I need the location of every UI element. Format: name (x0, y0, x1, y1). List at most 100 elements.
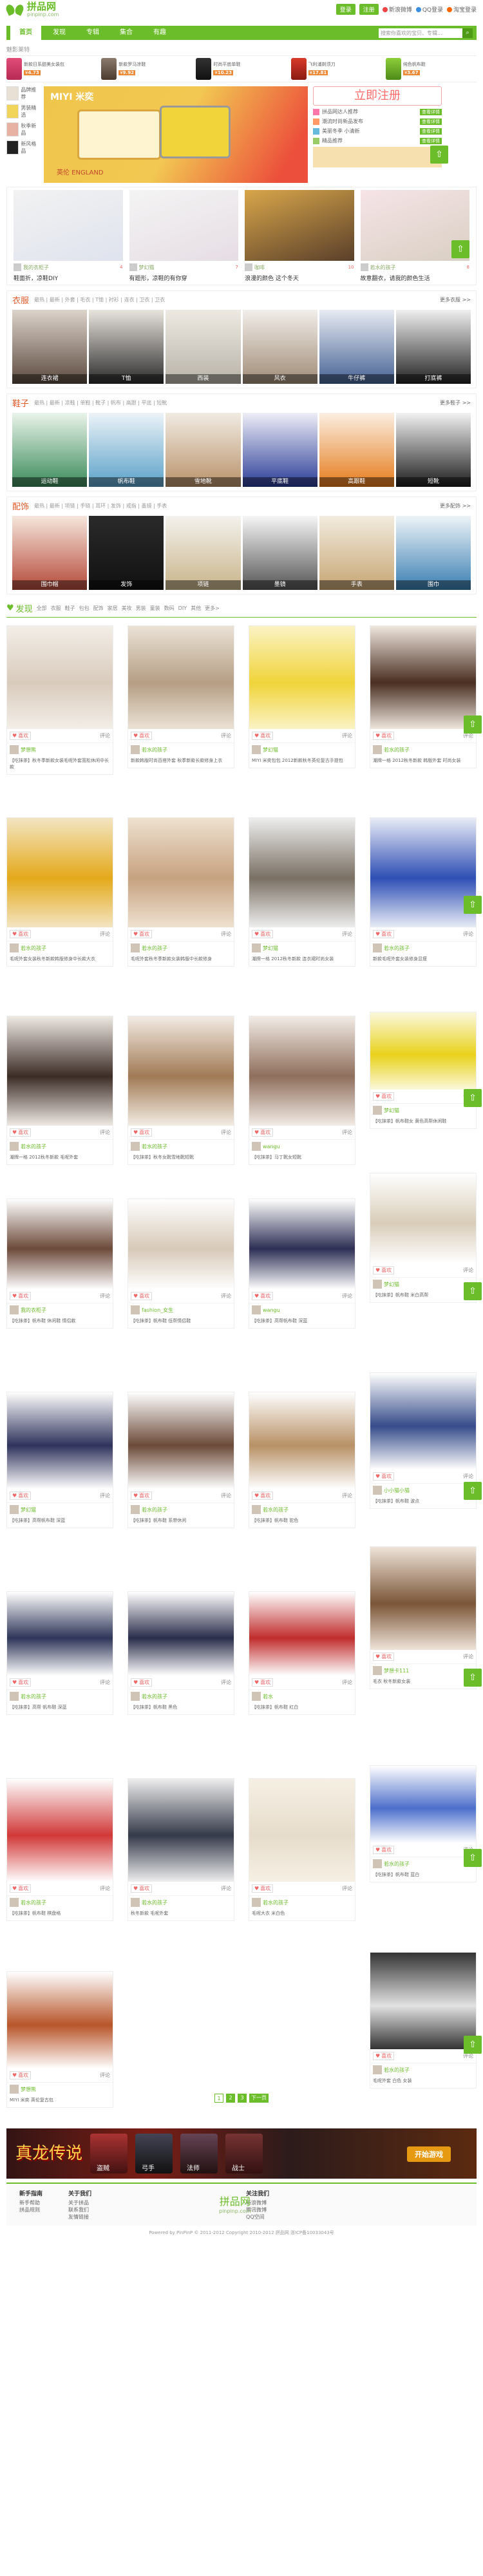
like-button[interactable]: ♥ 喜欢 (10, 1884, 32, 1893)
product-image[interactable] (370, 1373, 476, 1470)
like-button[interactable]: ♥ 喜欢 (131, 1492, 153, 1500)
category-tile[interactable]: 高跟鞋 (319, 413, 394, 487)
category-tile[interactable]: 打底裤 (395, 310, 471, 384)
more-link[interactable]: 更多衣服 >> (440, 296, 471, 303)
product-image[interactable] (128, 818, 234, 927)
product-image[interactable] (128, 1199, 234, 1289)
avatar[interactable] (373, 1859, 382, 1868)
like-button[interactable]: ♥ 喜欢 (131, 930, 153, 938)
board-card[interactable]: 咖啡 10 浪漫的颜色 这个冬天 (245, 190, 354, 282)
register-now-button[interactable]: 立即注册 (313, 86, 442, 106)
category-tile[interactable]: 短靴 (395, 413, 471, 487)
like-button[interactable]: ♥ 喜欢 (10, 1292, 32, 1300)
game-banner[interactable]: 真龙传说 盗贼 弓手 法师 战士 开始游戏 (6, 2128, 477, 2179)
footer-link[interactable]: 关于拼品 (68, 2199, 91, 2206)
user-name[interactable]: 若水的孩子 (142, 1693, 167, 1700)
category-tile[interactable]: 牛仔裤 (319, 310, 394, 384)
category-tile[interactable]: T恤 (89, 310, 164, 384)
user-name[interactable]: 若水 (263, 1693, 273, 1700)
comment-link[interactable]: 评论 (100, 2072, 110, 2079)
category-tags[interactable]: 最热 | 最新 | 外套 | 毛衣 | T恤 | 衬衫 | 连衣 | 卫衣 | … (34, 296, 165, 303)
board-card[interactable]: 我的衣柜子 4 鞋面折，凉鞋DIY (14, 190, 123, 282)
product-image[interactable] (7, 1016, 113, 1126)
comment-link[interactable]: 评论 (100, 1885, 110, 1892)
comment-link[interactable]: 评论 (221, 1129, 231, 1136)
comment-link[interactable]: 评论 (221, 1293, 231, 1300)
product-image[interactable] (128, 626, 234, 729)
back-to-top-button[interactable]: ⇧ (464, 1849, 482, 1867)
avatar[interactable] (131, 1898, 140, 1907)
like-button[interactable]: ♥ 喜欢 (10, 1492, 32, 1500)
user-name[interactable]: 若水的孩子 (384, 2067, 410, 2074)
avatar[interactable] (10, 1305, 19, 1314)
discovery-tag[interactable]: 童装 (150, 605, 160, 612)
category-tags[interactable]: 最热 | 最新 | 凉鞋 | 单鞋 | 靴子 | 帆布 | 高跟 | 平底 | … (34, 399, 167, 406)
like-button[interactable]: ♥ 喜欢 (131, 1128, 153, 1137)
like-button[interactable]: ♥ 喜欢 (373, 1472, 395, 1481)
discovery-tag[interactable]: 美妆 (122, 605, 132, 612)
avatar[interactable] (373, 745, 382, 754)
back-to-top-button[interactable]: ⇧ (451, 240, 469, 258)
product-image[interactable] (7, 1199, 113, 1289)
avatar[interactable] (10, 745, 19, 754)
category-tile[interactable]: 雪地靴 (166, 413, 241, 487)
comment-link[interactable]: 评论 (221, 1885, 231, 1892)
like-button[interactable]: ♥ 喜欢 (252, 1292, 274, 1300)
next-page-button[interactable]: 下一页 (249, 2094, 269, 2103)
category-tile[interactable]: 墨镜 (242, 516, 317, 590)
product-card[interactable]: ♥ 喜欢 评论 wangu 【吃抹茶】马丁靴女短靴 (249, 1016, 355, 1165)
product-card[interactable]: ♥ 喜欢 评论 若水的孩子 新款毛呢外套女装修身显瘦 (370, 817, 477, 967)
sina-login-link[interactable]: 新浪微博 (382, 5, 412, 14)
like-button[interactable]: ♥ 喜欢 (252, 1884, 274, 1893)
product-card[interactable]: ♥ 喜欢 评论 若水的孩子 毛呢外套女装秋冬新款韩版修身中长款大衣 (6, 817, 113, 967)
comment-link[interactable]: 评论 (463, 1653, 473, 1660)
back-to-top-button[interactable]: ⇧ (430, 146, 448, 164)
discovery-tag[interactable]: 配饰 (93, 605, 104, 612)
comment-link[interactable]: 评论 (342, 1679, 352, 1686)
comment-link[interactable]: 评论 (221, 732, 231, 739)
discovery-tag[interactable]: 更多> (205, 605, 220, 612)
like-button[interactable]: ♥ 喜欢 (10, 732, 32, 740)
back-to-top-button[interactable]: ⇧ (464, 896, 482, 914)
category-tile[interactable]: 围巾 (395, 516, 471, 590)
product-card[interactable]: ♥ 喜欢 评论 wangu 【吃抹茶】高帮帆布鞋 深蓝 (249, 1198, 355, 1329)
user-name[interactable]: 若水的孩子 (21, 1899, 46, 1906)
category-tags[interactable]: 最热 | 最新 | 项链 | 手链 | 耳环 | 发饰 | 戒指 | 墨镜 | … (34, 502, 167, 509)
product-image[interactable] (249, 626, 355, 729)
user-name[interactable]: 梦想熊 (21, 746, 36, 753)
user-name[interactable]: 我的衣柜子 (21, 1307, 46, 1314)
avatar[interactable] (131, 1505, 140, 1514)
product-card[interactable]: ♥ 喜欢 评论 梦想熊 MIYI 米奕 英伦复古包 (6, 1971, 113, 2108)
category-tile[interactable]: 围巾帽 (12, 516, 88, 590)
comment-link[interactable]: 评论 (342, 1293, 352, 1300)
comment-link[interactable]: 评论 (342, 1492, 352, 1499)
comment-link[interactable]: 评论 (100, 1679, 110, 1686)
product-card[interactable]: ♥喜欢评论若水的孩子【吃抹茶】帆布鞋 蓝白 (370, 1765, 477, 1882)
board-card[interactable]: 梦幻猫 7 有题形，凉鞋的有你穿 (129, 190, 238, 282)
like-button[interactable]: ♥ 喜欢 (10, 930, 32, 938)
page-button[interactable]: 2 (226, 2094, 235, 2103)
avatar[interactable] (373, 1486, 382, 1495)
avatar[interactable] (373, 943, 382, 952)
back-to-top-button[interactable]: ⇧ (464, 1282, 482, 1300)
category-tile[interactable]: 平底鞋 (242, 413, 317, 487)
product-card[interactable]: ♥ 喜欢 评论 我的衣柜子 【吃抹茶】帆布鞋 休闲鞋 情侣款 (6, 1198, 113, 1329)
discovery-tag[interactable]: 衣服 (51, 605, 61, 612)
category-tile[interactable]: 连衣裙 (12, 310, 88, 384)
nav-home[interactable]: 首页 (10, 26, 41, 40)
user-name[interactable]: 梦想熊 (21, 2086, 36, 2093)
product-card[interactable]: ♥ 喜欢 评论 若水的孩子 【吃抹茶】高帮 帆布鞋 深蓝 (6, 1591, 113, 1715)
discovery-tag[interactable]: 鞋子 (65, 605, 75, 612)
avatar[interactable] (131, 1305, 140, 1314)
user-name[interactable]: 若水的孩子 (384, 746, 410, 753)
user-name[interactable]: 梦幻猫 (384, 1281, 399, 1288)
avatar[interactable] (373, 2065, 382, 2074)
like-button[interactable]: ♥ 喜欢 (373, 2052, 395, 2060)
comment-link[interactable]: 评论 (100, 931, 110, 938)
avatar[interactable] (10, 1505, 19, 1514)
avatar[interactable] (373, 1106, 382, 1115)
product-card[interactable]: ♥ 喜欢 评论 若水的孩子 【吃抹茶】帆布鞋 黑色 (128, 1591, 234, 1715)
user-name[interactable]: 若水的孩子 (263, 1506, 289, 1513)
product-image[interactable] (7, 1972, 113, 2069)
like-button[interactable]: ♥ 喜欢 (10, 2071, 32, 2079)
